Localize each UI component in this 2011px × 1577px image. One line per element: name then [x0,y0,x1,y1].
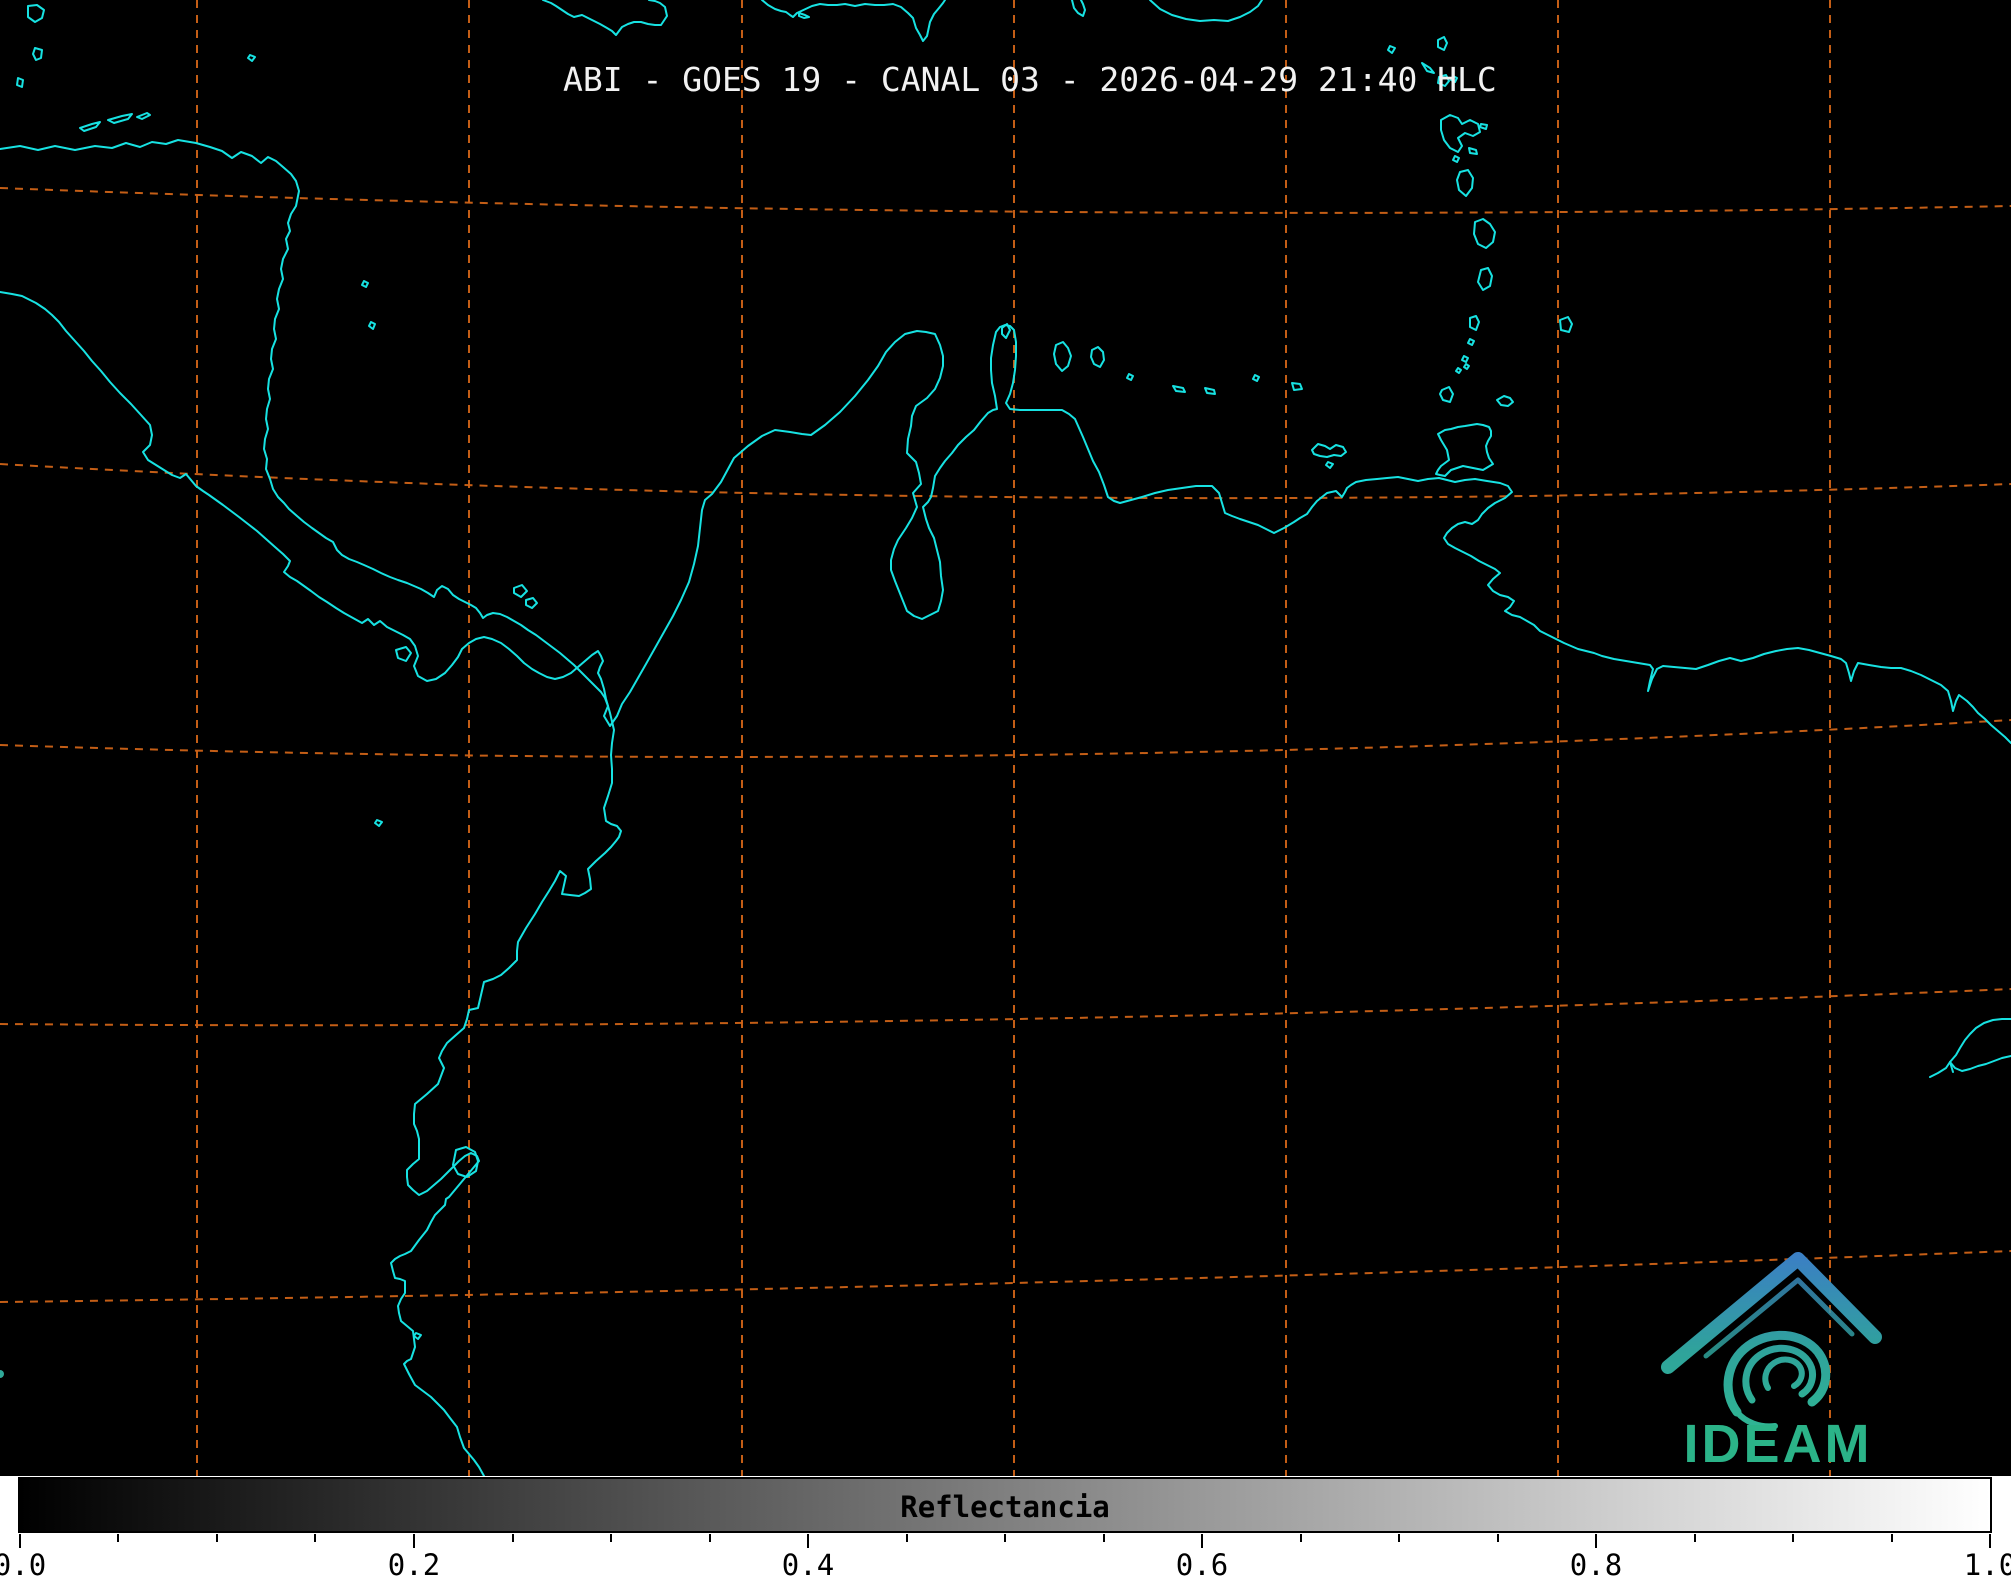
colorbar-label: Reflectancia [900,1490,1110,1524]
satellite-product-page: IDEAM ABI - GOES 19 - CANAL 03 - 2026-04… [0,0,2011,1577]
logo-text: IDEAM [1684,1414,1873,1474]
colorbar-tick-label-1: 0.2 [388,1548,440,1577]
colorbar-tick-label-2: 0.4 [782,1548,834,1577]
ideam-logo: IDEAM [0,1259,1875,1474]
coastlines [0,0,2011,1476]
graticule-grid [0,0,2011,1476]
map-overlay: IDEAM [0,0,2011,1577]
colorbar-tick-label-0: 0.0 [0,1548,46,1577]
colorbar-tick-label-5: 1.0 [1964,1548,2011,1577]
colorbar-tick-label-3: 0.6 [1176,1548,1228,1577]
colorbar-axis [20,1534,1990,1548]
page-title: ABI - GOES 19 - CANAL 03 - 2026-04-29 21… [563,62,1497,98]
colorbar-tick-label-4: 0.8 [1570,1548,1622,1577]
